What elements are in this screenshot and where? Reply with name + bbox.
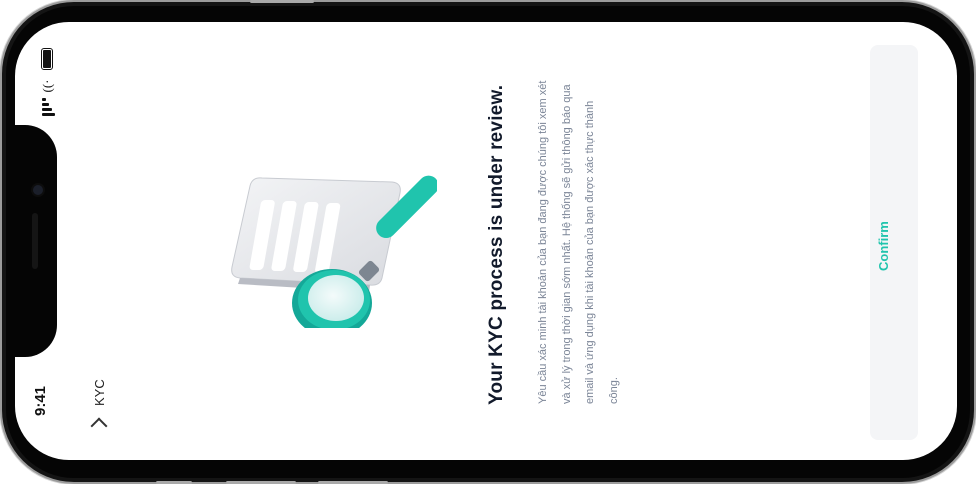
description-text: Yêu cầu xác minh tài khoản của bạn đang … — [537, 80, 620, 404]
power-button — [250, 0, 314, 3]
signal-icon — [42, 98, 56, 118]
front-camera — [33, 185, 43, 195]
battery-icon — [41, 48, 53, 70]
confirm-button-label: Confirm — [876, 221, 891, 271]
document-magnifier-illustration — [231, 175, 437, 328]
wifi-icon: ((· — [39, 79, 55, 93]
status-icons: ((· — [39, 42, 59, 122]
page-title: KYC — [92, 379, 107, 406]
confirm-button[interactable]: Confirm — [870, 45, 918, 440]
earpiece-speaker — [32, 213, 38, 269]
page-heading: Your KYC process is under review. — [486, 84, 507, 405]
status-time: 9:41 — [32, 385, 49, 416]
chevron-left-icon[interactable] — [90, 417, 108, 435]
device-mockup: 9:41 ((· KYC Your KYC process is under r… — [0, 0, 976, 484]
notch — [15, 125, 57, 357]
screen: 9:41 ((· KYC Your KYC process is under r… — [15, 22, 957, 460]
